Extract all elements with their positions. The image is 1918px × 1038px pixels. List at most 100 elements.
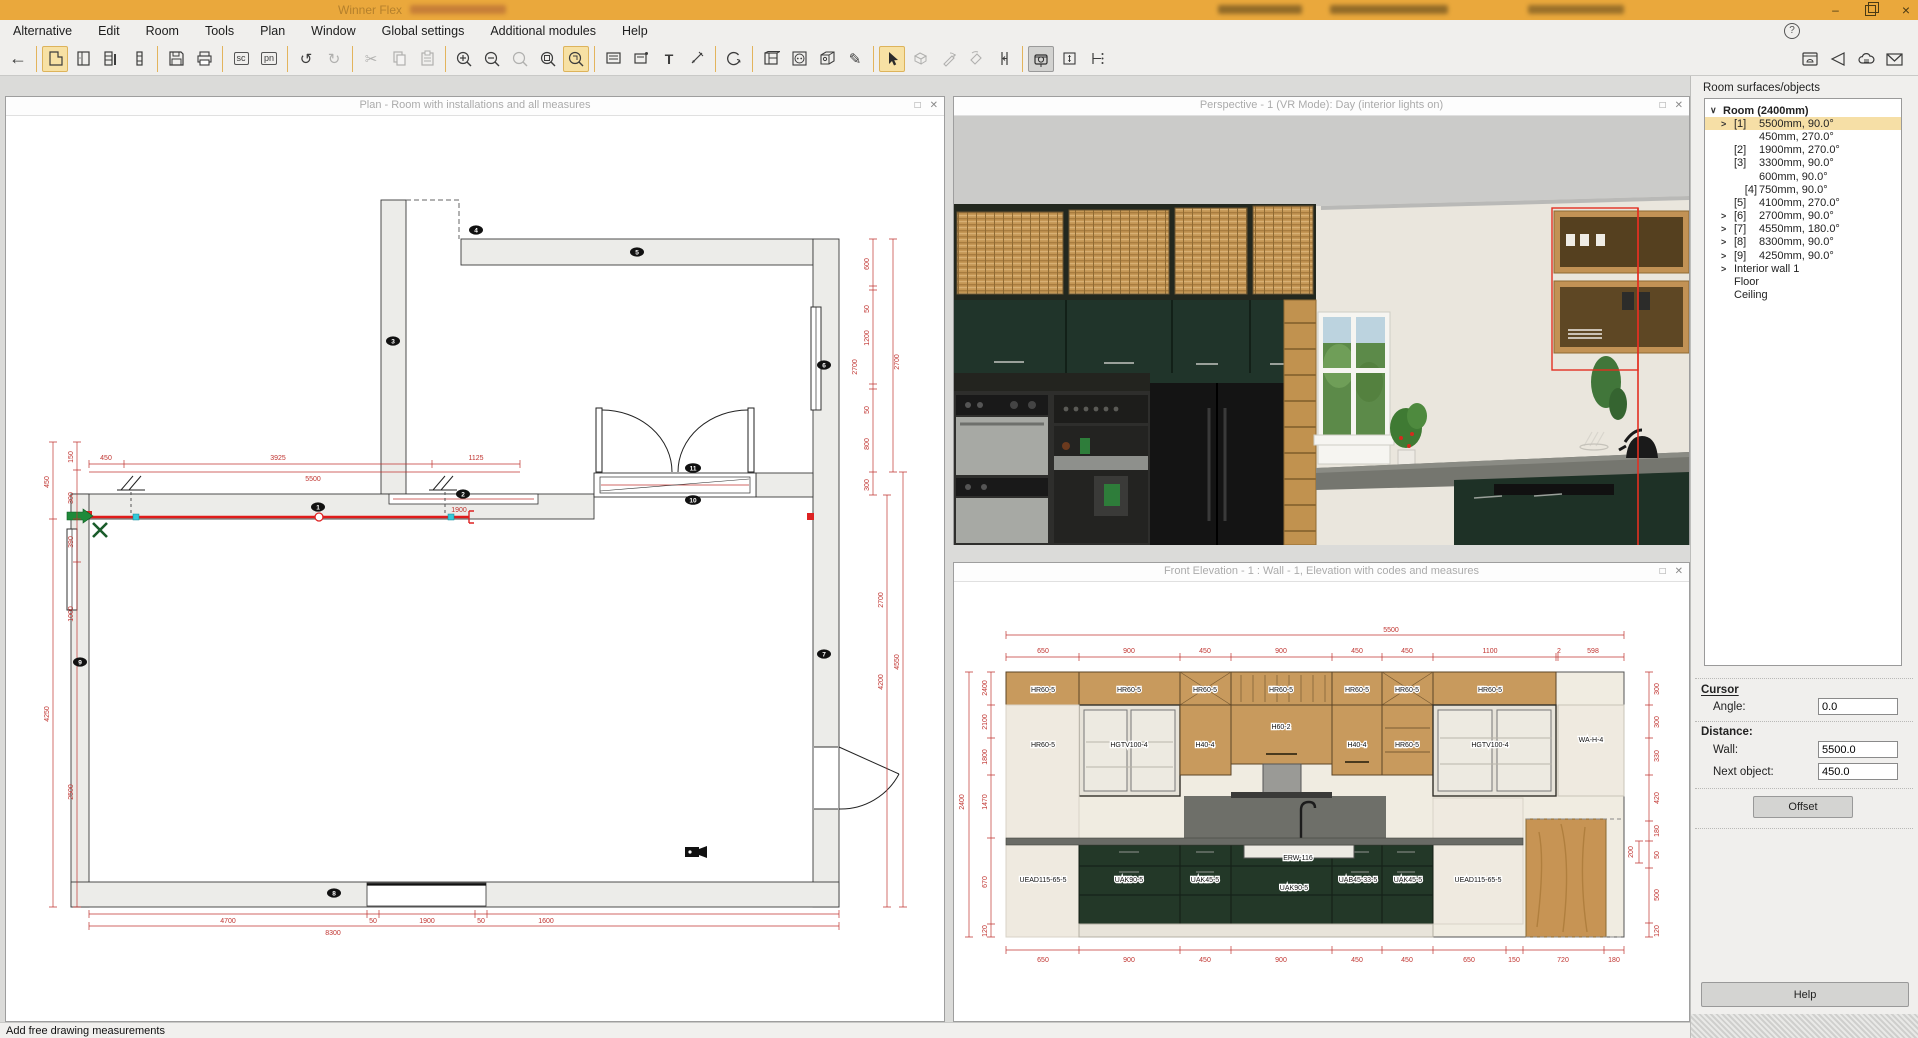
perspective-panel-titlebar: Perspective - 1 (VR Mode): Day (interior… [954, 97, 1689, 116]
zoom-room-icon[interactable] [563, 46, 589, 72]
scale-tool-button[interactable]: sc [228, 46, 254, 72]
tree-item-wall-4[interactable]: [4]750mm, 90.0° [1705, 183, 1901, 196]
menu-window[interactable]: Window [298, 20, 368, 42]
redo-button[interactable]: ↻ [321, 46, 347, 72]
tree-item-wall-1[interactable]: >[1]5500mm, 90.0° [1705, 117, 1901, 130]
tree-item-wall-7[interactable]: >[7]4550mm, 180.0° [1705, 223, 1901, 236]
menu-help[interactable]: Help [609, 20, 661, 42]
tree-item-wall-9[interactable]: >[9]4250mm, 90.0° [1705, 249, 1901, 262]
orbit-3d-icon[interactable] [907, 46, 933, 72]
svg-text:50: 50 [1654, 851, 1661, 859]
help-circle-icon[interactable]: ? [1784, 23, 1800, 39]
panel-close-icon[interactable]: ✕ [930, 97, 938, 114]
print-icon[interactable] [191, 46, 217, 72]
minimize-icon[interactable]: – [1832, 0, 1839, 20]
notes-icon[interactable] [600, 46, 626, 72]
pen-edit-icon[interactable]: ✎ [842, 46, 868, 72]
next-object-input[interactable] [1818, 763, 1898, 780]
parallel-measure-icon[interactable] [991, 46, 1017, 72]
pan-tool-button[interactable]: pn [256, 46, 282, 72]
text-tool-button[interactable]: T [656, 46, 682, 72]
catalog-window-icon[interactable] [1797, 46, 1823, 72]
svg-text:1100: 1100 [1482, 648, 1497, 655]
menu-room[interactable]: Room [133, 20, 192, 42]
send-icon[interactable] [1825, 46, 1851, 72]
tree-item-wall-6[interactable]: >[6]2700mm, 90.0° [1705, 210, 1901, 223]
menu-additional-modules[interactable]: Additional modules [477, 20, 609, 42]
rotate-icon[interactable] [721, 46, 747, 72]
plan-view-button[interactable] [42, 46, 68, 72]
menu-edit[interactable]: Edit [85, 20, 133, 42]
tree-item-floor[interactable]: Floor [1705, 275, 1901, 288]
svg-text:150: 150 [1508, 957, 1520, 964]
plan-drawing[interactable]: 1900 [6, 116, 944, 1022]
dimension-wall-icon[interactable] [1056, 46, 1082, 72]
measure-style-icon[interactable] [684, 46, 710, 72]
panel-maximize-icon[interactable]: □ [1660, 563, 1666, 580]
svg-text:450: 450 [1401, 648, 1413, 655]
menu-global-settings[interactable]: Global settings [369, 20, 478, 42]
perspective-render[interactable] [954, 116, 1689, 545]
svg-text:UAK45-5: UAK45-5 [1191, 877, 1220, 884]
svg-text:330: 330 [1654, 750, 1661, 762]
tree-item-wall-8[interactable]: >[8]8300mm, 90.0° [1705, 236, 1901, 249]
cloud-icon[interactable] [1853, 46, 1879, 72]
free-measure-tool-button[interactable] [1028, 46, 1054, 72]
undo-button[interactable]: ↺ [293, 46, 319, 72]
zoom-in-icon[interactable] [451, 46, 477, 72]
svg-text:2500: 2500 [68, 784, 75, 800]
svg-text:HGTV100-4: HGTV100-4 [1110, 742, 1147, 749]
elevation-drawing[interactable]: HR60-5 HR60-5 HR60-5 HR60-5 HR60-5 HR60-… [954, 582, 1689, 1022]
wall-distance-input[interactable] [1818, 741, 1898, 758]
back-button[interactable]: ← [5, 46, 31, 72]
menu-plan[interactable]: Plan [247, 20, 298, 42]
svg-text:UAK90-5: UAK90-5 [1115, 877, 1144, 884]
svg-text:UAB45-33-5: UAB45-33-5 [1339, 877, 1378, 884]
copy-icon[interactable] [386, 46, 412, 72]
tree-item-wall-5[interactable]: [5]4100mm, 270.0° [1705, 196, 1901, 209]
zoom-all-icon[interactable] [535, 46, 561, 72]
svg-text:H40-4: H40-4 [1347, 742, 1366, 749]
room-objects-tree: ∨Room (2400mm) >[1]5500mm, 90.0° 450mm, … [1704, 98, 1902, 666]
elevation-view-button[interactable] [70, 46, 96, 72]
offset-button[interactable]: Offset [1753, 796, 1853, 818]
zoom-previous-icon[interactable] [507, 46, 533, 72]
svg-text:900: 900 [1123, 957, 1135, 964]
elevation-codes-view-button[interactable] [98, 46, 124, 72]
menu-tools[interactable]: Tools [192, 20, 247, 42]
panel-maximize-icon[interactable]: □ [1660, 97, 1666, 114]
save-icon[interactable] [163, 46, 189, 72]
svg-text:3: 3 [391, 339, 395, 346]
tree-item-wall-3[interactable]: [3]3300mm, 90.0° [1705, 157, 1901, 170]
cabinet-3d-icon[interactable] [814, 46, 840, 72]
dimension-free-icon[interactable] [1084, 46, 1110, 72]
cut-icon[interactable]: ✂ [358, 46, 384, 72]
tree-item-segment[interactable]: 600mm, 90.0° [1705, 170, 1901, 183]
help-button[interactable]: Help [1701, 982, 1909, 1007]
zoom-out-icon[interactable] [479, 46, 505, 72]
panel-close-icon[interactable]: ✕ [1675, 563, 1683, 580]
note-add-icon[interactable] [628, 46, 654, 72]
perspective-view-button[interactable] [126, 46, 152, 72]
mail-icon[interactable] [1881, 46, 1907, 72]
select-pointer-button[interactable] [879, 46, 905, 72]
angle-input[interactable] [1818, 698, 1898, 715]
resize-grip-area[interactable] [1691, 1014, 1918, 1038]
paste-icon[interactable] [414, 46, 440, 72]
restore-icon[interactable] [1865, 5, 1876, 16]
close-icon[interactable]: × [1902, 0, 1910, 20]
tree-item-interior-wall[interactable]: >Interior wall 1 [1705, 262, 1901, 275]
panel-close-icon[interactable]: ✕ [1675, 97, 1683, 114]
menu-alternative[interactable]: Alternative [0, 20, 85, 42]
svg-text:4: 4 [474, 228, 478, 235]
tree-item-ceiling[interactable]: Ceiling [1705, 289, 1901, 302]
panel-maximize-icon[interactable]: □ [915, 97, 921, 114]
rotate-object-icon[interactable] [935, 46, 961, 72]
cabinet-front-icon[interactable] [758, 46, 784, 72]
tree-item-wall-2[interactable]: [2]1900mm, 270.0° [1705, 144, 1901, 157]
tree-item-room[interactable]: ∨Room (2400mm) [1705, 104, 1901, 117]
tree-item-segment[interactable]: 450mm, 270.0° [1705, 130, 1901, 143]
svg-text:ERW-116: ERW-116 [1283, 855, 1313, 862]
outlet-icon[interactable] [786, 46, 812, 72]
rotate-object-alt-icon[interactable] [963, 46, 989, 72]
